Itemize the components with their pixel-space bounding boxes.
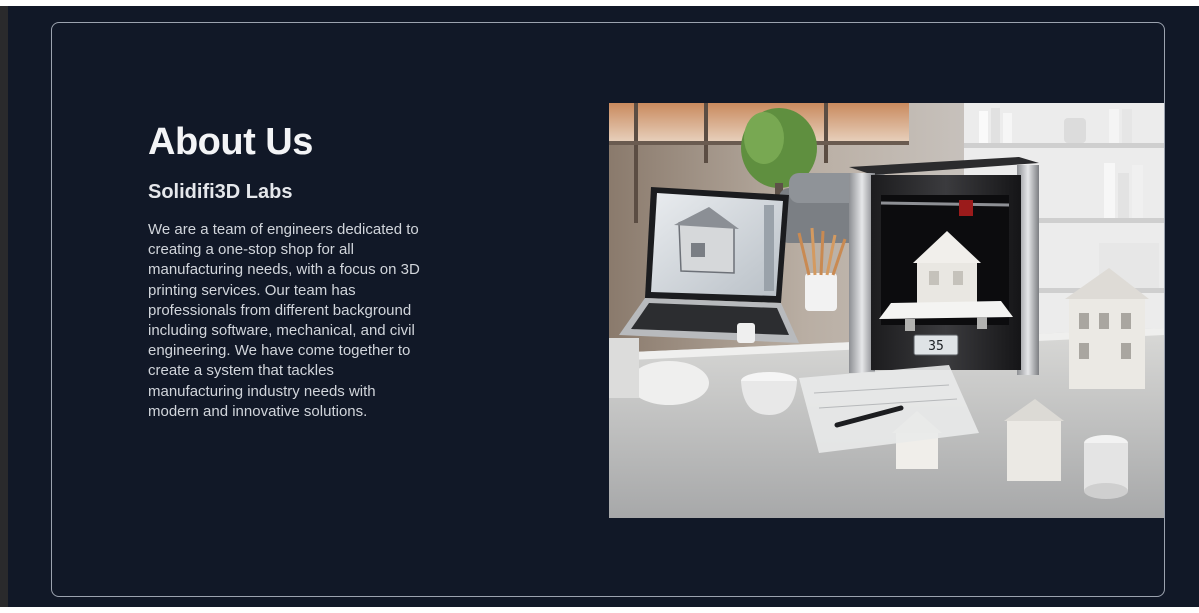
page-viewport: About Us Solidifi3D Labs We are a team o… (0, 0, 1199, 613)
about-description: We are a team of engineers dedicated to … (148, 221, 420, 420)
page-title: About Us (148, 121, 313, 163)
hero-image: 35 (609, 103, 1164, 518)
company-name: Solidifi3D Labs (148, 181, 293, 203)
window-edge (0, 0, 8, 613)
top-edge (0, 0, 1199, 6)
printer-display-readout: 35 (928, 339, 944, 354)
about-card: About Us Solidifi3D Labs We are a team o… (51, 22, 1165, 597)
3d-printing-workspace-illustration: 35 (609, 103, 1164, 518)
bottom-edge (0, 607, 1199, 613)
